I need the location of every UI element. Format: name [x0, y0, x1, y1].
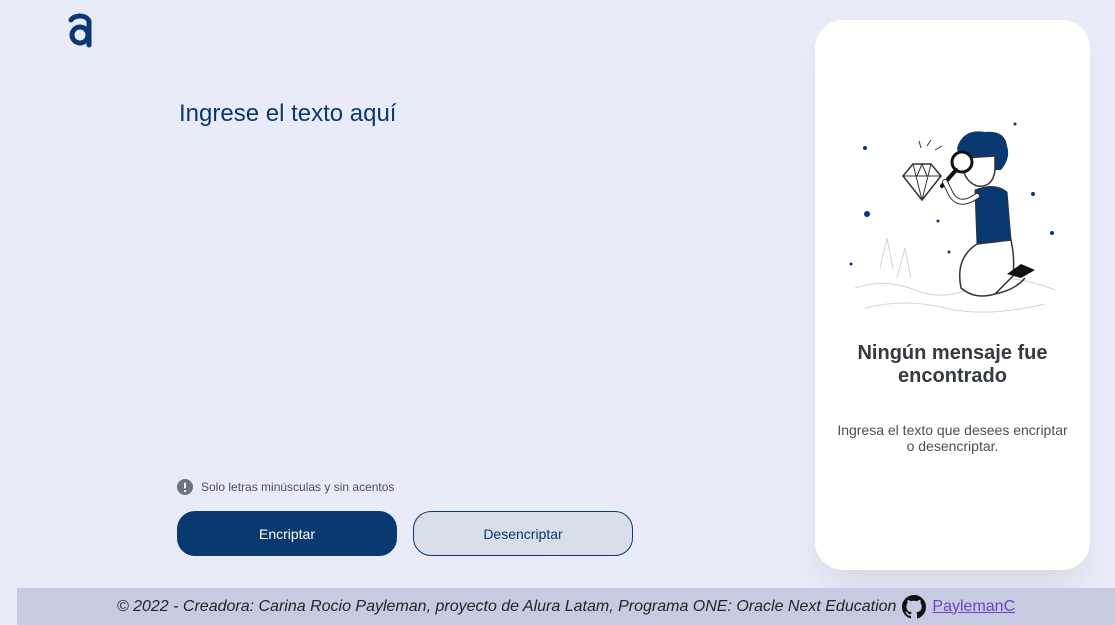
- footer: © 2022 - Creadora: Carina Rocio Payleman…: [17, 588, 1115, 625]
- person-with-magnifier-illustration: [849, 122, 1056, 313]
- exclamation-circle-icon: [177, 479, 193, 495]
- no-message-title: Ningún mensaje fue encontrado: [857, 342, 1048, 387]
- no-message-description: Ingresa el texto que desees encriptar o …: [837, 422, 1068, 454]
- page: Solo letras minúsculas y sin acentos Enc…: [0, 0, 1115, 625]
- output-panel: Ningún mensaje fue encontrado Ingresa el…: [815, 20, 1090, 570]
- alura-logo-icon[interactable]: [66, 12, 94, 48]
- github-icon[interactable]: [902, 594, 927, 619]
- input-hint: Solo letras minúsculas y sin acentos: [177, 479, 394, 495]
- hint-text: Solo letras minúsculas y sin acentos: [201, 480, 395, 494]
- encrypt-button[interactable]: Encriptar: [177, 511, 397, 556]
- decrypt-button[interactable]: Desencriptar: [413, 511, 633, 556]
- text-input[interactable]: [179, 98, 779, 438]
- github-profile-link[interactable]: PaylemanC: [932, 598, 1015, 616]
- footer-credits: © 2022 - Creadora: Carina Rocio Payleman…: [116, 597, 897, 615]
